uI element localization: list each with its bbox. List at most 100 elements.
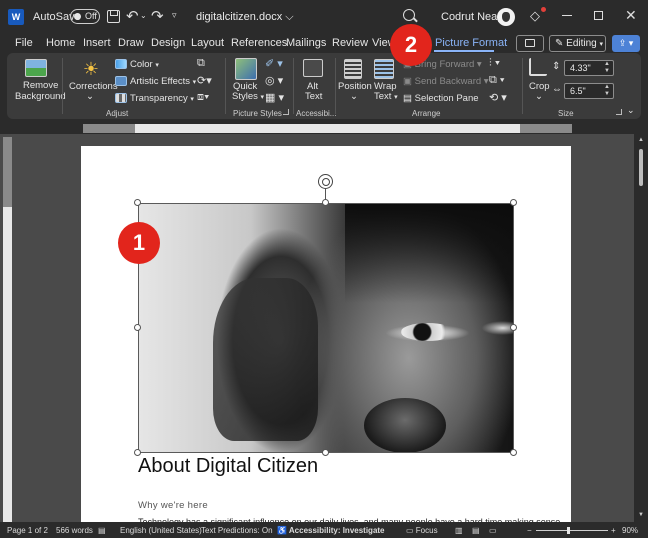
scroll-down-icon[interactable]: ▼ <box>638 512 644 518</box>
selection-pane-button[interactable]: ▤ Selection Pane <box>403 93 479 104</box>
resize-handle-bottom-right[interactable] <box>510 449 517 456</box>
document-subheading[interactable]: Why we're here <box>138 500 208 511</box>
tab-review[interactable]: Review <box>332 37 368 49</box>
color-button[interactable]: Color ▾ <box>130 59 159 70</box>
zoom-level[interactable]: 90% <box>622 526 638 535</box>
resize-handle-bottom[interactable] <box>322 449 329 456</box>
minimize-icon[interactable] <box>562 15 572 16</box>
quick-styles-button[interactable]: Styles ▾ <box>232 91 264 102</box>
tab-home[interactable]: Home <box>46 37 75 49</box>
group-label-picture-styles: Picture Styles <box>233 109 282 118</box>
picture-layout-icon[interactable]: ▦ ▾ <box>265 91 284 104</box>
resize-handle-left[interactable] <box>134 324 141 331</box>
wrap-text-button[interactable]: Text ▾ <box>374 91 398 102</box>
transparency-button[interactable]: Transparency ▾ <box>130 93 194 104</box>
picture-styles-launcher-icon[interactable] <box>283 109 289 115</box>
resize-handle-top[interactable] <box>322 199 329 206</box>
text-predictions[interactable]: Text Predictions: On <box>201 526 273 535</box>
focus-label: Focus <box>415 526 438 535</box>
share-icon[interactable]: ⇪ ▾ <box>612 35 640 52</box>
collapse-ribbon-icon[interactable]: ⌄ <box>627 105 635 116</box>
comment-icon <box>525 39 535 47</box>
remove-background-label-1[interactable]: Remove <box>23 80 58 91</box>
language[interactable]: English (United States) <box>120 526 202 535</box>
align-icon[interactable]: ⫶ ▾ <box>489 57 500 70</box>
picture-effects-icon[interactable]: ◎ ▾ <box>265 74 283 87</box>
chevron-down-icon: ▾ <box>192 79 197 86</box>
redo-icon[interactable]: ↷ <box>151 7 164 25</box>
resize-handle-right[interactable] <box>510 324 517 331</box>
zoom-out-button[interactable]: − <box>527 526 532 535</box>
tab-insert[interactable]: Insert <box>83 37 111 49</box>
zoom-slider[interactable] <box>536 530 608 531</box>
send-backward-label: Send Backward <box>414 76 482 87</box>
resize-handle-top-right[interactable] <box>510 199 517 206</box>
send-backward-button[interactable]: ▣ Send Backward ▾ <box>403 76 489 87</box>
vertical-scrollbar[interactable]: ▲ ▼ <box>634 134 648 522</box>
height-icon: ⇕ <box>552 61 561 72</box>
tab-mailings[interactable]: Mailings <box>286 37 326 49</box>
width-value: 6.5" <box>570 86 586 96</box>
compress-pictures-icon[interactable]: ⧉ <box>197 57 205 70</box>
size-launcher-icon[interactable] <box>616 109 622 115</box>
print-layout-icon[interactable]: ▤ <box>472 526 480 535</box>
height-field[interactable]: 4.33" ▲ ▼ <box>564 60 614 76</box>
document-heading[interactable]: About Digital Citizen <box>138 455 318 478</box>
diamond-icon[interactable]: ◇ <box>530 8 540 24</box>
customize-quick-access-icon[interactable]: ▿ <box>172 10 177 21</box>
focus-mode[interactable]: ▭ Focus <box>406 526 438 535</box>
maximize-icon[interactable] <box>594 11 603 20</box>
group-label-adjust: Adjust <box>106 109 129 118</box>
group-objects-icon[interactable]: ⧉ ▾ <box>489 74 505 87</box>
tab-design[interactable]: Design <box>151 37 185 49</box>
artistic-effects-button[interactable]: Artistic Effects ▾ <box>130 76 196 87</box>
web-layout-icon[interactable]: ▭ <box>489 526 497 535</box>
alt-text-label-2[interactable]: Text <box>305 91 322 102</box>
ruler-margin-right <box>520 124 572 133</box>
zoom-in-button[interactable]: + <box>611 526 616 535</box>
tab-layout[interactable]: Layout <box>191 37 224 49</box>
close-icon[interactable]: ✕ <box>625 7 637 24</box>
change-picture-icon[interactable]: ⟳▾ <box>197 74 212 87</box>
tab-references[interactable]: References <box>231 37 287 49</box>
avatar[interactable] <box>497 8 515 26</box>
word-count[interactable]: 566 words <box>56 526 93 535</box>
read-mode-icon[interactable]: ▥ <box>455 526 463 535</box>
document-title[interactable]: digitalcitizen.docx ⌵ <box>196 11 294 24</box>
tab-picture-format[interactable]: Picture Format <box>435 37 507 49</box>
comments-button[interactable] <box>516 35 544 52</box>
autosave-toggle[interactable]: Off <box>70 9 100 24</box>
chevron-down-icon: ⌄ <box>350 91 358 102</box>
save-icon[interactable] <box>107 10 120 23</box>
undo-icon[interactable]: ↶ <box>126 7 139 25</box>
picture-border-icon[interactable]: ✐ ▾ <box>265 57 283 70</box>
scrollbar-thumb[interactable] <box>639 149 643 186</box>
resize-handle-top-left[interactable] <box>134 199 141 206</box>
width-spinner-icon[interactable]: ▲ ▼ <box>604 84 610 98</box>
remove-background-label-2[interactable]: Background <box>15 91 66 102</box>
notification-dot <box>541 7 546 12</box>
width-field[interactable]: 6.5" ▲ ▼ <box>564 83 614 99</box>
wrap-text-label-2: Text <box>374 91 392 102</box>
proofing-icon[interactable]: ▤ <box>98 526 106 535</box>
undo-dropdown-icon[interactable]: ⌄ <box>140 11 147 20</box>
scroll-up-icon[interactable]: ▲ <box>638 137 644 143</box>
callout-badge-1: 1 <box>118 222 160 264</box>
rotate-icon[interactable]: ⟲ ▾ <box>489 91 507 104</box>
ribbon-picture-format: Remove Background ☀ Corrections ⌄ Color … <box>7 53 641 119</box>
title-bar: W AutoSave Off ↶ ⌄ ↷ ▿ digitalcitizen.do… <box>0 0 648 33</box>
accessibility-status[interactable]: ♿ Accessibility: Investigate <box>277 526 385 535</box>
separator <box>335 58 336 114</box>
tab-file[interactable]: File <box>15 37 33 49</box>
editing-mode-button[interactable]: ✎ Editing ▾ <box>549 35 606 52</box>
zoom-slider-thumb[interactable] <box>567 527 570 534</box>
search-icon[interactable] <box>403 9 415 21</box>
page-count[interactable]: Page 1 of 2 <box>7 526 48 535</box>
height-spinner-icon[interactable]: ▲ ▼ <box>604 61 610 75</box>
selection-pane-label: Selection Pane <box>414 93 479 104</box>
vertical-ruler-margin <box>3 137 12 207</box>
horizontal-ruler[interactable] <box>135 124 520 133</box>
reset-picture-icon[interactable]: ⧈▾ <box>197 91 209 104</box>
tab-draw[interactable]: Draw <box>118 37 144 49</box>
rotate-handle-icon[interactable] <box>318 174 333 189</box>
